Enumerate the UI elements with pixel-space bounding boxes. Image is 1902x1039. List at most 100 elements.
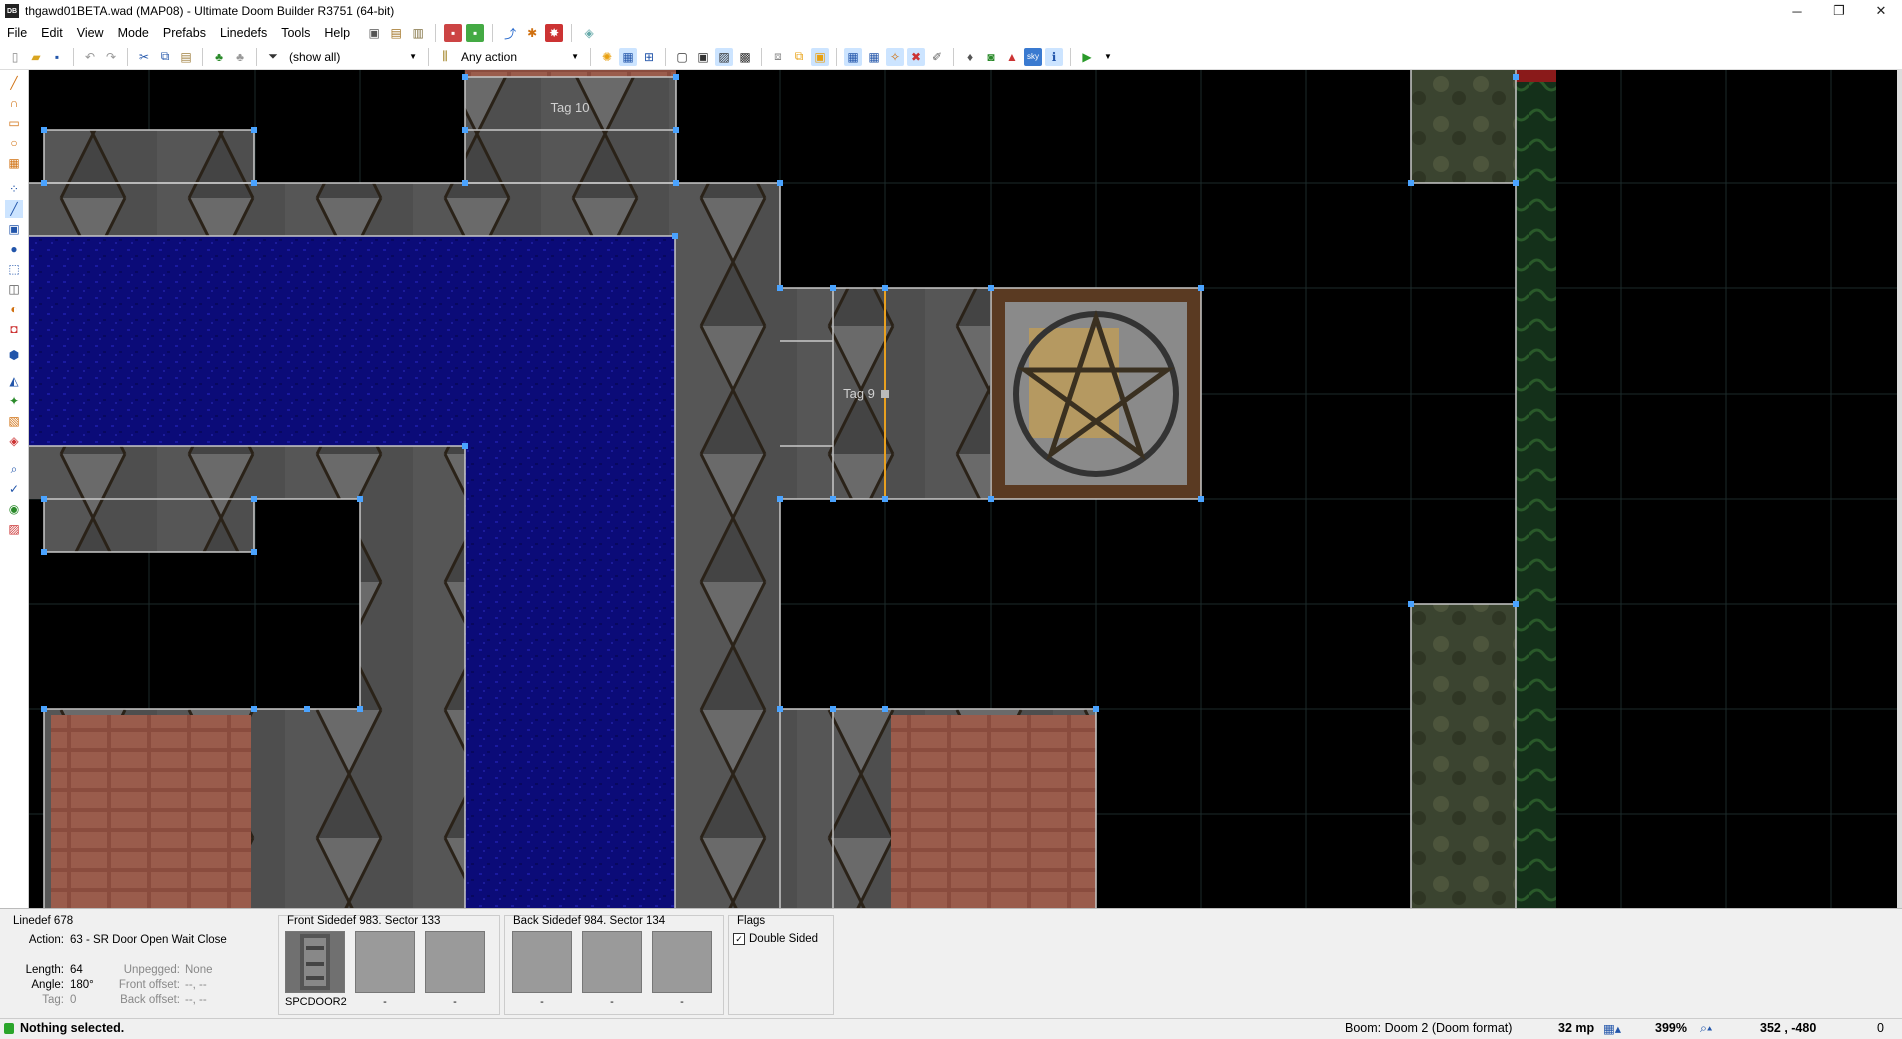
- action-icon[interactable]: ⫼: [436, 48, 454, 66]
- merge-icon[interactable]: ⧈: [769, 48, 787, 66]
- zoom-level[interactable]: 399%: [1655, 1021, 1687, 1035]
- texture-browser-icon[interactable]: ▥: [409, 24, 427, 42]
- brightness-icon[interactable]: ✺: [598, 48, 616, 66]
- zoom-icon[interactable]: ⌕▴: [1700, 1021, 1712, 1036]
- draw-lines-icon[interactable]: ╱: [5, 74, 23, 92]
- chevron-down-icon[interactable]: ▼: [1099, 48, 1117, 66]
- things-mode-icon[interactable]: ●: [5, 240, 23, 258]
- open-map-icon[interactable]: ▰: [27, 48, 45, 66]
- grid-settings-icon[interactable]: ✱: [523, 24, 541, 42]
- dyn-grid-icon[interactable]: ▦: [865, 48, 883, 66]
- gradient-icon[interactable]: ✦: [5, 392, 23, 410]
- tag-value: 0: [70, 994, 77, 1006]
- angle-value: 180°: [70, 979, 94, 991]
- things-filter-select[interactable]: (show all) ▼: [285, 48, 421, 66]
- split-icon[interactable]: ⧉: [790, 48, 808, 66]
- view-floors-icon[interactable]: ▨: [715, 47, 733, 66]
- menu-linedefs[interactable]: Linedefs: [213, 22, 274, 44]
- view-brightness-icon[interactable]: ▣: [694, 48, 712, 66]
- error-check-icon[interactable]: ✸: [545, 24, 564, 42]
- right-scrollbar[interactable]: [1897, 70, 1902, 908]
- length-value: 64: [70, 964, 83, 976]
- mode-toolbar: ╱ ∩ ▭ ○ ▦ ⁘ ╱ ▣ ● ⬚ ◫ ◐ ◘ ⬢ ◭ ✦ ▧ ◈ ⌕ ✓ …: [0, 70, 29, 908]
- undo-icon[interactable]: ↶: [81, 48, 99, 66]
- tag-label: Tag:: [42, 994, 64, 1006]
- draw-ellipse-icon[interactable]: ○: [5, 134, 23, 152]
- sectors-mode-icon[interactable]: ▣: [5, 220, 23, 238]
- draw-grid-icon[interactable]: ▦: [5, 154, 23, 172]
- menu-view[interactable]: View: [70, 22, 111, 44]
- double-sided-flag[interactable]: ✓ Double Sided: [733, 933, 818, 945]
- texture-align-icon[interactable]: ▧: [5, 412, 23, 430]
- filter-icon[interactable]: ⏷: [264, 48, 282, 66]
- menu-help[interactable]: Help: [317, 22, 357, 44]
- minimize-button[interactable]: ─: [1776, 0, 1818, 22]
- action-filter-select[interactable]: Any action ▼: [457, 48, 583, 66]
- snap-vertex-icon[interactable]: ✧: [886, 47, 904, 66]
- colorpicker-icon[interactable]: ◉: [5, 500, 23, 518]
- things-filter-icon[interactable]: ▪: [444, 24, 463, 42]
- grid-size[interactable]: 32 mp: [1558, 1021, 1594, 1035]
- new-map-icon[interactable]: ▯: [6, 48, 24, 66]
- draw-rect-icon[interactable]: ▭: [5, 114, 23, 132]
- menu-tools[interactable]: Tools: [274, 22, 317, 44]
- save-map-icon[interactable]: ▪: [48, 48, 66, 66]
- edit-selection-icon[interactable]: ⬚: [5, 260, 23, 278]
- sectors-filter-icon[interactable]: ▪: [466, 24, 485, 42]
- menu-prefabs[interactable]: Prefabs: [156, 22, 213, 44]
- tag-icon[interactable]: ◈: [580, 24, 598, 42]
- model-icon[interactable]: ◙: [982, 48, 1000, 66]
- back-middle-texture: [582, 931, 642, 993]
- back-upper-texture: [512, 931, 572, 993]
- join-icon[interactable]: ▣: [811, 47, 829, 66]
- close-button[interactable]: ✕: [1860, 0, 1902, 22]
- brush-icon[interactable]: ✐: [928, 48, 946, 66]
- lighting-icon[interactable]: ▨: [5, 520, 23, 538]
- separator: [492, 24, 494, 42]
- grid-icon[interactable]: ▦▴: [1603, 1021, 1621, 1036]
- auto-merge-icon[interactable]: ✖: [907, 47, 925, 66]
- check-icon[interactable]: ✓: [5, 480, 23, 498]
- linedefs-mode-icon[interactable]: ╱: [5, 200, 23, 218]
- brick-sector: [465, 70, 676, 77]
- fog-icon[interactable]: ▲: [1003, 48, 1021, 66]
- view-ceilings-icon[interactable]: ▩: [736, 48, 754, 66]
- visual-mode-icon[interactable]: ◘: [5, 320, 23, 338]
- vertices-mode-icon[interactable]: ⁘: [5, 180, 23, 198]
- 3d-floor-icon[interactable]: ⬢: [5, 346, 23, 364]
- double-sided-label: Double Sided: [749, 933, 819, 946]
- info-icon[interactable]: ℹ: [1045, 47, 1063, 66]
- light-icon[interactable]: ♦: [961, 48, 979, 66]
- curve-icon[interactable]: ⤴: [501, 24, 519, 42]
- copy-icon[interactable]: ⧉: [156, 48, 174, 66]
- prefab-icon[interactable]: ♣: [231, 48, 249, 66]
- redo-icon[interactable]: ↷: [102, 48, 120, 66]
- insert-prefab-icon[interactable]: ♣: [210, 48, 228, 66]
- map-view[interactable]: Tag 10 Tag 9: [29, 70, 1897, 908]
- menu-edit[interactable]: Edit: [34, 22, 70, 44]
- sound-propagation-icon[interactable]: ◐: [5, 300, 23, 318]
- toggle-grid-icon[interactable]: ▦: [619, 47, 637, 66]
- linedef-info-panel: Linedef 678 Action: 63 - SR Door Open Wa…: [0, 908, 1902, 1019]
- menu-mode[interactable]: Mode: [111, 22, 156, 44]
- view-normal-icon[interactable]: ▢: [673, 48, 691, 66]
- menu-file[interactable]: File: [0, 22, 34, 44]
- grid-icon[interactable]: ▦: [844, 47, 862, 66]
- paint-icon[interactable]: ◈: [5, 432, 23, 450]
- paste-icon[interactable]: ▤: [177, 48, 195, 66]
- restore-button[interactable]: ❐: [1818, 0, 1860, 22]
- sky-icon[interactable]: sky: [1024, 47, 1042, 66]
- window-controls: ─ ❐ ✕: [1776, 0, 1902, 22]
- find-icon[interactable]: ⌕: [5, 460, 23, 478]
- snap-icon[interactable]: ⊞: [640, 48, 658, 66]
- back-lower-texture: [652, 931, 712, 993]
- cut-icon[interactable]: ✂: [135, 48, 153, 66]
- slope-icon[interactable]: ◭: [5, 372, 23, 390]
- test-map-icon[interactable]: ▣: [365, 24, 383, 42]
- front-lower-texture: [425, 931, 485, 993]
- play-icon[interactable]: ▶: [1078, 48, 1096, 66]
- map-canvas[interactable]: Tag 10 Tag 9: [29, 70, 1897, 908]
- draw-curve-icon[interactable]: ∩: [5, 94, 23, 112]
- script-icon[interactable]: ▤: [387, 24, 405, 42]
- make-sector-icon[interactable]: ◫: [5, 280, 23, 298]
